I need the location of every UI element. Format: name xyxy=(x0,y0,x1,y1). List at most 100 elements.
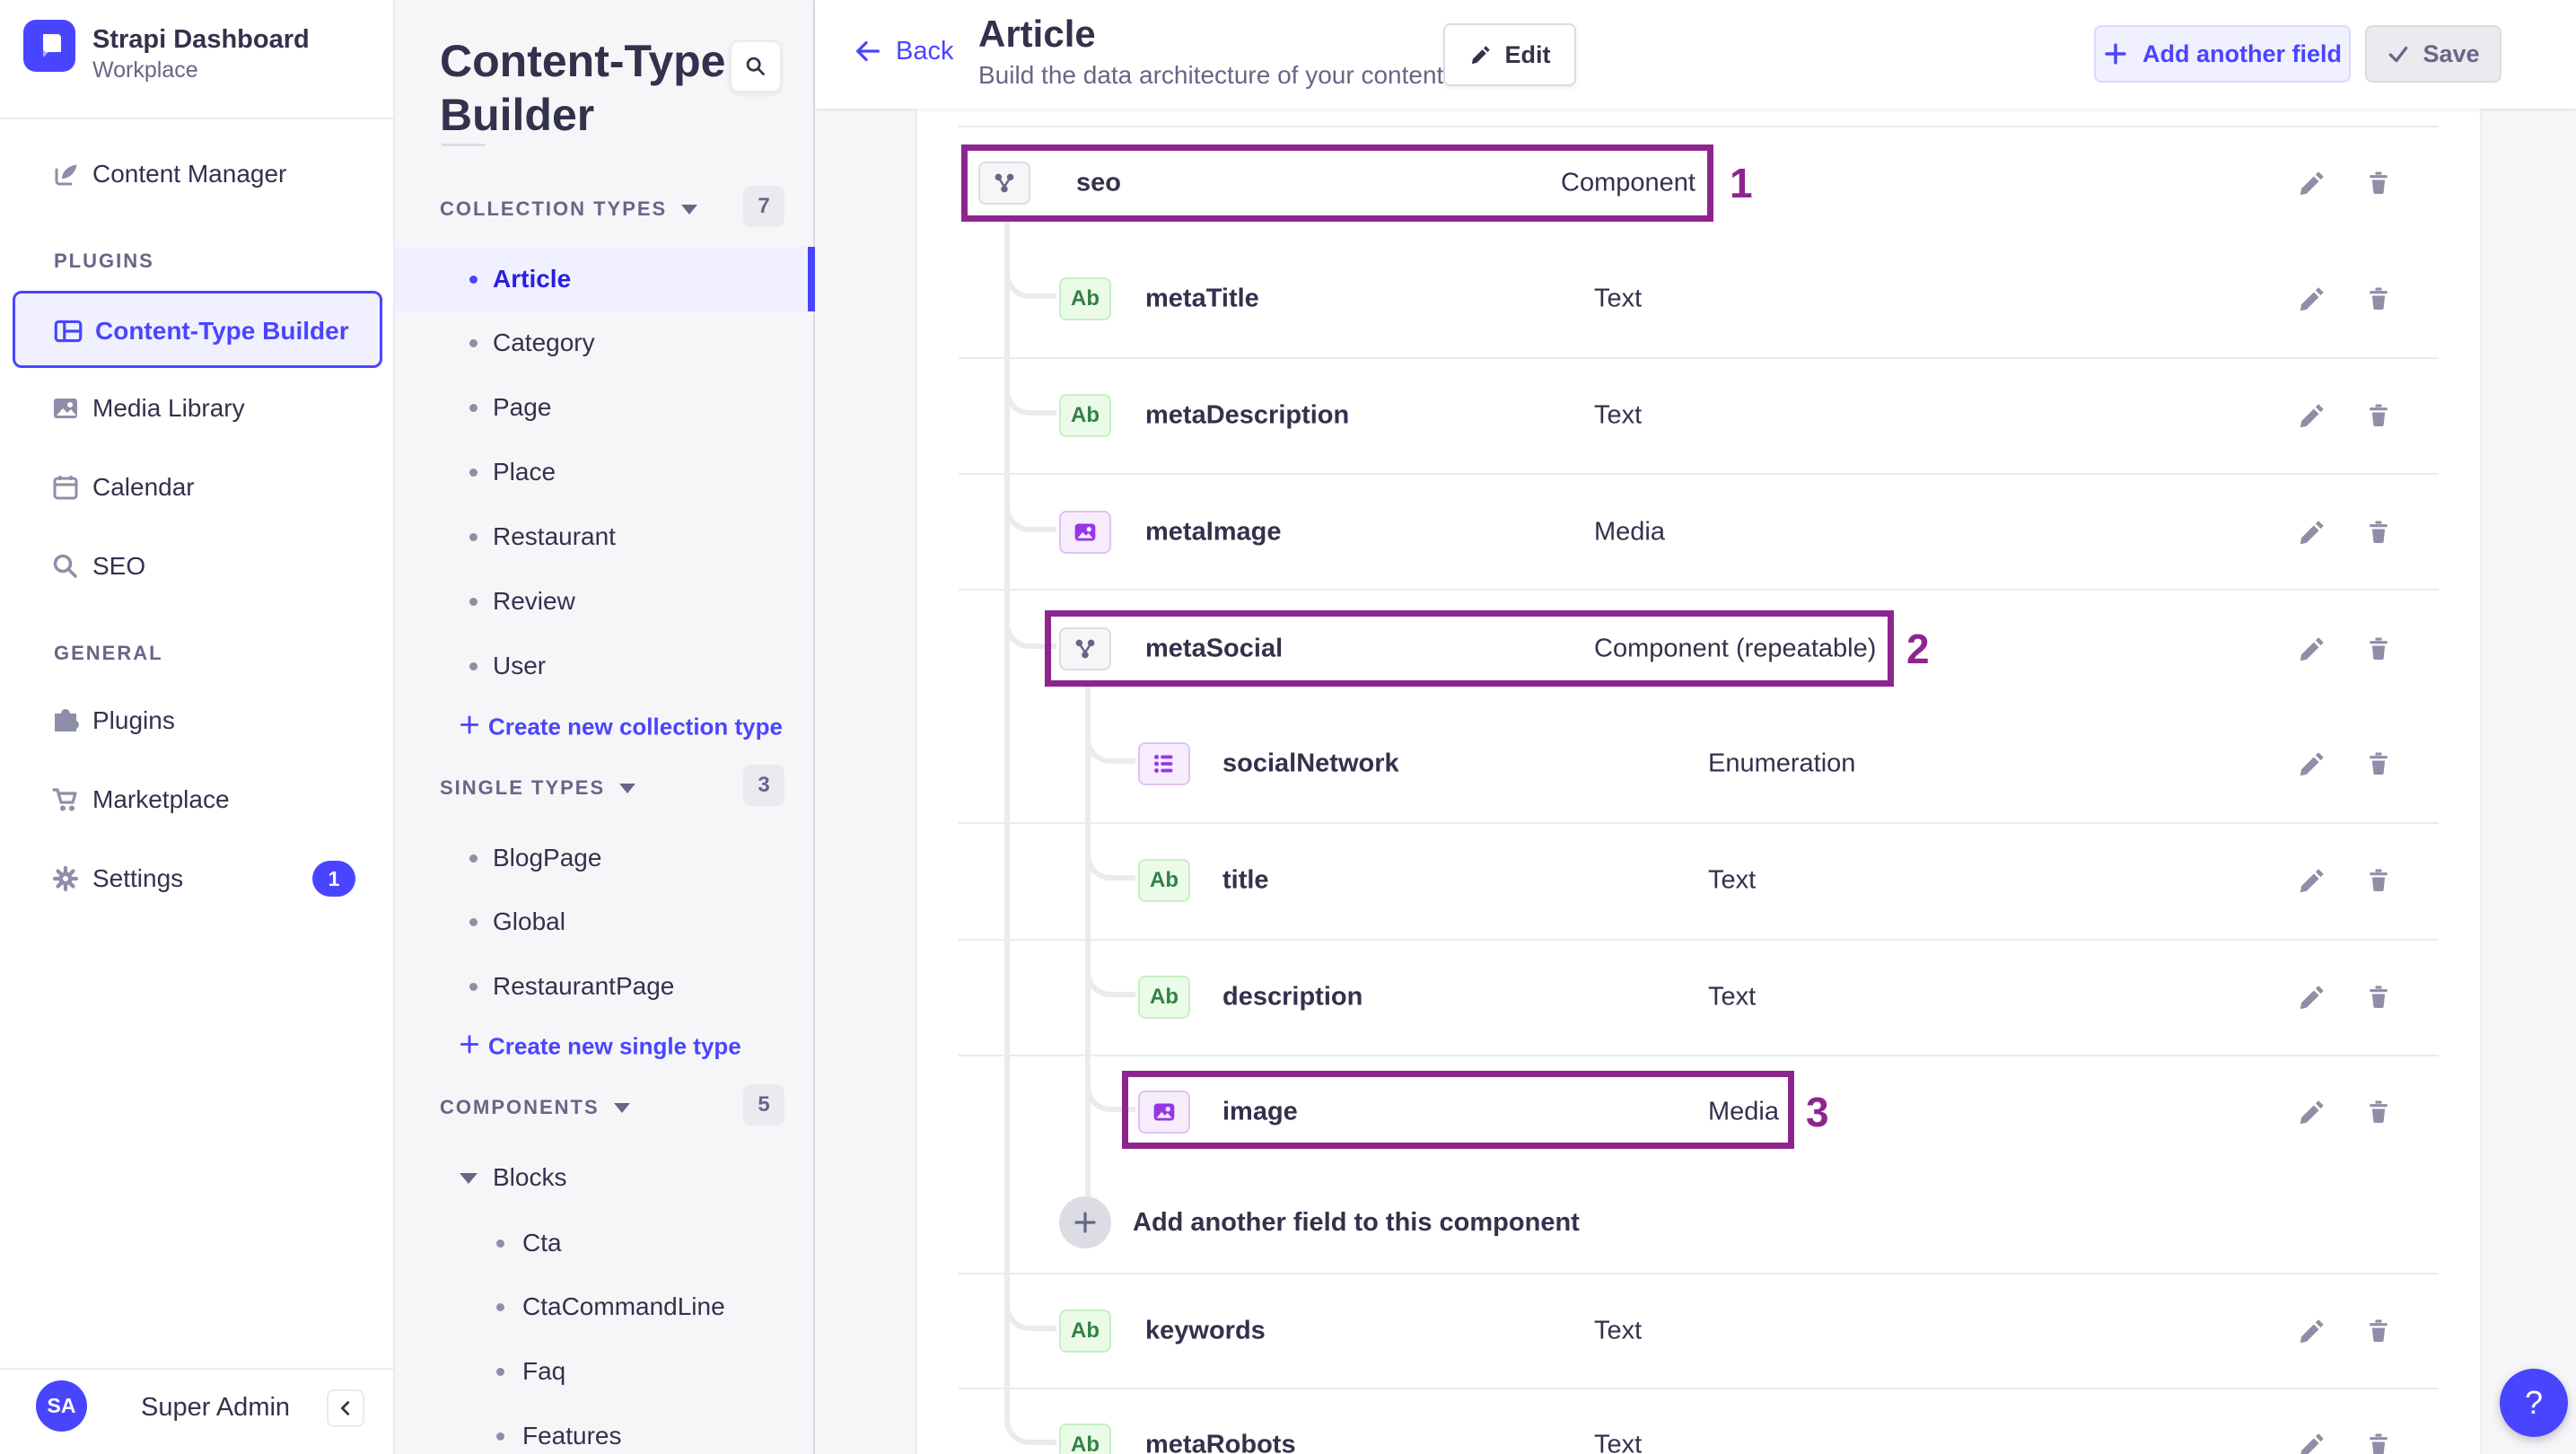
edit-field-button[interactable] xyxy=(2292,744,2332,784)
sidebar-item-media-library[interactable]: Media Library xyxy=(0,381,395,435)
edit-field-button[interactable] xyxy=(2292,1425,2332,1454)
sidebar-item-restaurant[interactable]: Restaurant xyxy=(395,504,815,569)
delete-field-button[interactable] xyxy=(2359,1311,2398,1351)
field-name: seo xyxy=(1076,168,1121,197)
edit-field-button[interactable] xyxy=(2292,396,2332,435)
sidebar-item-plugins[interactable]: Plugins xyxy=(0,694,395,748)
divider xyxy=(0,1368,393,1370)
delete-field-button[interactable] xyxy=(2359,1092,2398,1132)
single-types-toggle[interactable]: SINGLE TYPES xyxy=(440,776,636,800)
trash-icon xyxy=(2370,521,2388,543)
delete-field-button[interactable] xyxy=(2359,861,2398,900)
pencil-icon xyxy=(1471,46,1490,65)
delete-field-button[interactable] xyxy=(2359,629,2398,669)
sidebar-item-settings[interactable]: Settings 1 xyxy=(0,852,395,906)
bullet-icon xyxy=(469,468,478,477)
edit-field-button[interactable] xyxy=(2292,1092,2332,1132)
chevron-down-icon xyxy=(619,783,636,793)
component-field-icon xyxy=(1059,627,1111,670)
save-button[interactable]: Save xyxy=(2365,25,2502,83)
edit-label: Edit xyxy=(1504,40,1551,68)
text-field-icon: Ab xyxy=(1059,277,1111,320)
create-single-type-link[interactable]: Create new single type xyxy=(395,1021,815,1072)
trash-icon xyxy=(2370,637,2388,660)
divider xyxy=(0,118,393,119)
sidebar-item-label: Plugins xyxy=(92,706,175,734)
delete-field-button[interactable] xyxy=(2359,744,2398,784)
field-type: Text xyxy=(1708,982,1757,1012)
sidebar-item-article[interactable]: Article xyxy=(395,247,815,311)
sidebar-item-blogpage[interactable]: BlogPage xyxy=(395,826,815,890)
sidebar-item-marketplace[interactable]: Marketplace xyxy=(0,773,395,827)
sidebar-item-cta[interactable]: Cta xyxy=(395,1211,815,1275)
delete-field-button[interactable] xyxy=(2359,396,2398,435)
arrow-left-icon xyxy=(856,40,880,62)
text-field-icon: Ab xyxy=(1059,394,1111,437)
sidebar-item-restaurantpage[interactable]: RestaurantPage xyxy=(395,954,815,1019)
delete-field-button[interactable] xyxy=(2359,977,2398,1017)
field-row-seo: seo Component xyxy=(917,125,2480,241)
add-field-to-component-button[interactable]: Add another field to this component xyxy=(917,1164,2480,1281)
create-collection-type-link[interactable]: Create new collection type xyxy=(395,702,815,752)
field-type: Media xyxy=(1708,1097,1779,1126)
sidebar-item-ctacommandline[interactable]: CtaCommandLine xyxy=(395,1274,815,1339)
sidebar-item-calendar[interactable]: Calendar xyxy=(0,460,395,514)
search-button[interactable] xyxy=(730,40,782,92)
edit-button[interactable]: Edit xyxy=(1443,23,1576,86)
avatar[interactable]: SA xyxy=(36,1380,87,1432)
chevron-down-icon xyxy=(460,1173,478,1184)
delete-field-button[interactable] xyxy=(2359,512,2398,552)
sidebar-item-faq[interactable]: Faq xyxy=(395,1339,815,1404)
sidebar-item-global[interactable]: Global xyxy=(395,889,815,954)
collection-types-toggle[interactable]: COLLECTION TYPES xyxy=(440,197,698,221)
sidebar-item-content-type-builder[interactable]: Content-Type Builder xyxy=(13,291,382,368)
edit-field-button[interactable] xyxy=(2292,163,2332,203)
add-another-field-button[interactable]: Add another field xyxy=(2094,25,2351,83)
sidebar-item-page[interactable]: Page xyxy=(395,375,815,440)
edit-field-button[interactable] xyxy=(2292,629,2332,669)
sidebar-item-place[interactable]: Place xyxy=(395,440,815,504)
delete-field-button[interactable] xyxy=(2359,163,2398,203)
collapse-sidebar-button[interactable] xyxy=(327,1389,364,1427)
bullet-icon xyxy=(469,854,478,863)
plus-icon xyxy=(2105,43,2126,65)
text-field-icon: Ab xyxy=(1138,859,1190,902)
back-button[interactable]: Back xyxy=(853,36,953,66)
list-item-label: Page xyxy=(493,393,552,421)
sidebar-item-category[interactable]: Category xyxy=(395,311,815,375)
edit-field-button[interactable] xyxy=(2292,861,2332,900)
field-name: metaTitle xyxy=(1145,284,1259,313)
component-group-blocks[interactable]: Blocks xyxy=(395,1145,815,1210)
edit-field-button[interactable] xyxy=(2292,279,2332,319)
page-header: Back Article Build the data architecture… xyxy=(815,0,2576,109)
feather-pen-icon xyxy=(48,157,83,191)
workspace-subtitle: Workplace xyxy=(92,57,198,83)
sidebar-item-content-manager[interactable]: Content Manager xyxy=(0,147,395,201)
group-label: Blocks xyxy=(493,1163,567,1191)
bullet-icon xyxy=(496,1302,504,1311)
sidebar-item-user[interactable]: User xyxy=(395,634,815,698)
list-item-label: CtaCommandLine xyxy=(522,1292,725,1320)
edit-field-button[interactable] xyxy=(2292,977,2332,1017)
components-toggle[interactable]: COMPONENTS xyxy=(440,1096,630,1119)
bullet-icon xyxy=(469,982,478,991)
check-icon xyxy=(2389,46,2408,63)
text-field-icon: Ab xyxy=(1059,1423,1111,1454)
delete-field-button[interactable] xyxy=(2359,1425,2398,1454)
sidebar-item-review[interactable]: Review xyxy=(395,569,815,634)
field-row-metasocial: metaSocial Component (repeatable) xyxy=(917,591,2480,707)
single-types-count: 3 xyxy=(743,765,784,806)
search-icon xyxy=(48,549,83,583)
gear-icon xyxy=(48,862,83,896)
delete-field-button[interactable] xyxy=(2359,279,2398,319)
edit-field-button[interactable] xyxy=(2292,512,2332,552)
field-type: Text xyxy=(1594,1430,1643,1454)
edit-field-button[interactable] xyxy=(2292,1311,2332,1351)
sidebar-item-seo[interactable]: SEO xyxy=(0,539,395,593)
help-button[interactable]: ? xyxy=(2500,1369,2568,1437)
sidebar-item-features[interactable]: Features xyxy=(395,1404,815,1454)
list-item-label: Features xyxy=(522,1422,622,1450)
pencil-icon xyxy=(2300,1433,2324,1454)
field-type: Text xyxy=(1594,1316,1643,1345)
workspace-title: Strapi Dashboard xyxy=(92,25,310,54)
